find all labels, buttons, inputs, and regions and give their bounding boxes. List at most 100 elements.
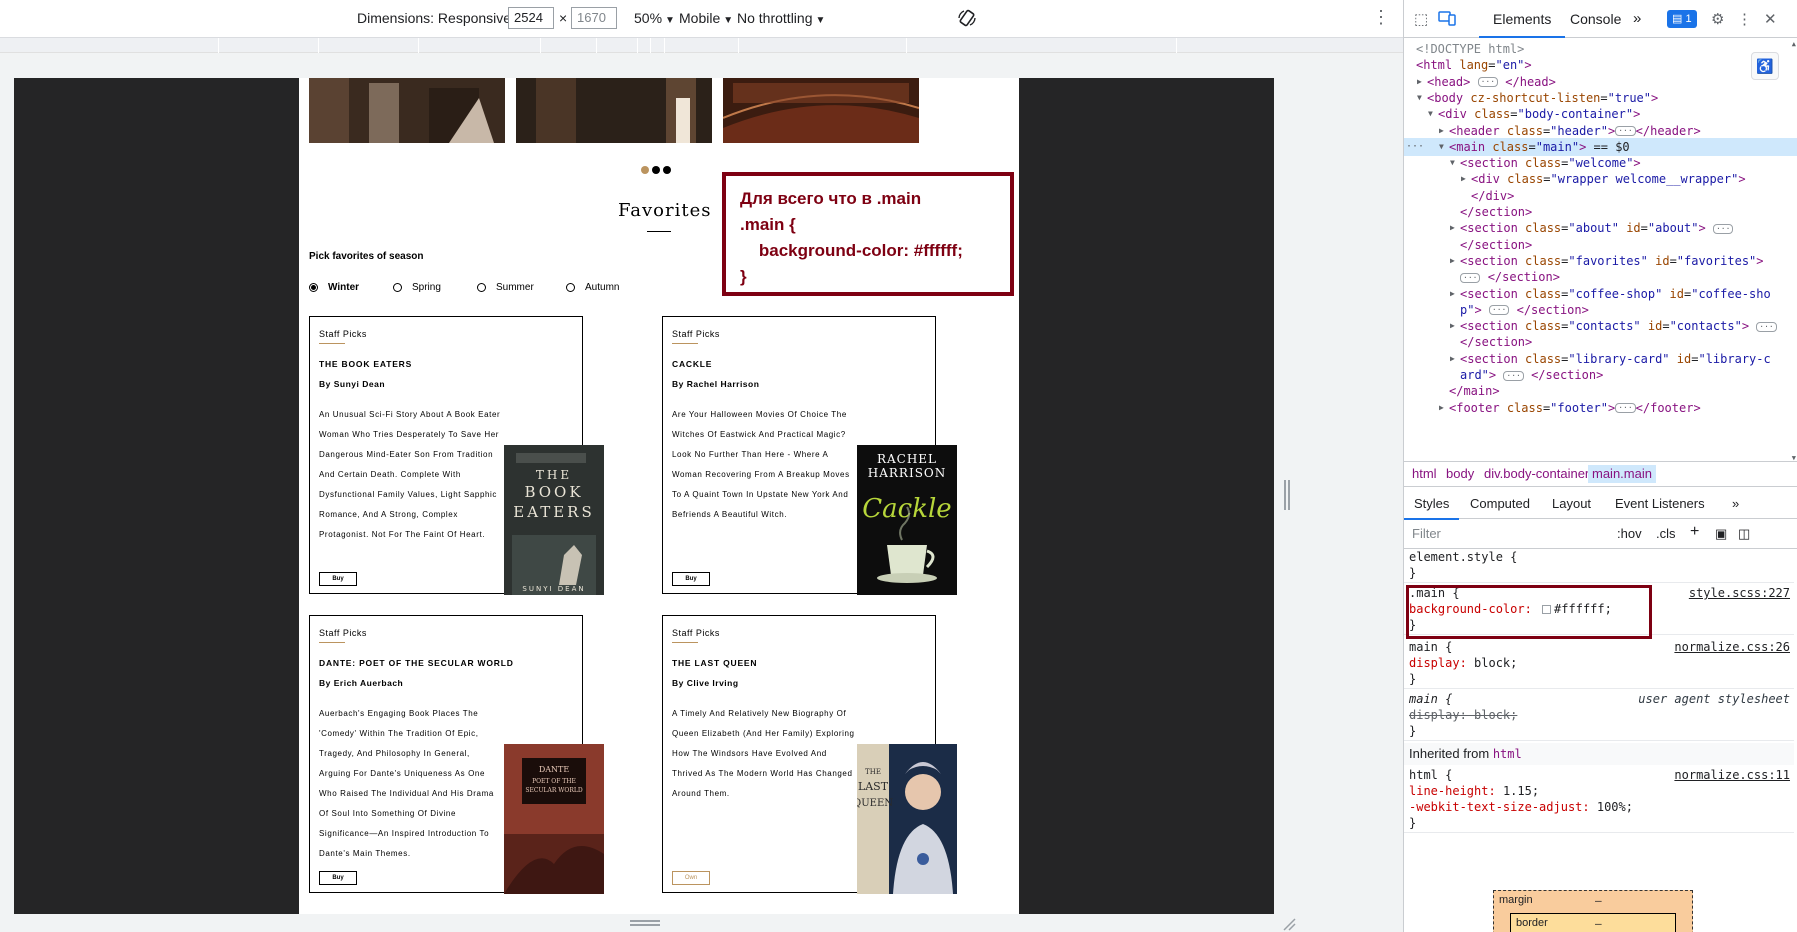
tab-computed[interactable]: Computed bbox=[1470, 496, 1530, 511]
expand-arrow-icon[interactable]: ▼ bbox=[1417, 89, 1422, 107]
breadcrumb-html[interactable]: html bbox=[1412, 466, 1437, 481]
collapse-arrow-icon[interactable]: ▶ bbox=[1450, 285, 1455, 303]
tab-layout[interactable]: Layout bbox=[1552, 496, 1591, 511]
collapse-arrow-icon[interactable]: ▶ bbox=[1450, 219, 1455, 237]
dom-node-line[interactable]: </section> bbox=[1404, 236, 1797, 254]
paint-bucket-icon[interactable]: ▣ bbox=[1715, 526, 1727, 542]
property-value[interactable]: 1.15; bbox=[1503, 784, 1539, 798]
tab-console[interactable]: Console bbox=[1570, 11, 1621, 27]
rotate-icon[interactable] bbox=[957, 8, 977, 28]
dom-node-line[interactable]: ▶ <footer class="footer"> ··· </footer> bbox=[1404, 399, 1797, 417]
more-options-icon[interactable]: ⋮ bbox=[1737, 10, 1752, 28]
property-name[interactable]: line-height bbox=[1409, 784, 1488, 798]
sidebar-toggle-icon[interactable]: ◫ bbox=[1738, 526, 1750, 542]
tab-elements[interactable]: Elements bbox=[1478, 11, 1566, 38]
expand-arrow-icon[interactable]: ▼ bbox=[1450, 154, 1455, 172]
dom-node-line[interactable]: ▶ <div class="wrapper welcome__wrapper"> bbox=[1404, 170, 1797, 188]
close-icon[interactable]: ✕ bbox=[1764, 10, 1777, 28]
dom-node-line[interactable]: </section> bbox=[1404, 203, 1797, 221]
property-value[interactable]: block; bbox=[1474, 656, 1517, 670]
accessibility-tree-icon[interactable]: ♿ bbox=[1751, 52, 1779, 80]
carousel-dot[interactable] bbox=[663, 166, 671, 174]
tab-styles[interactable]: Styles bbox=[1403, 496, 1460, 520]
dom-node-line[interactable]: ard"> ··· </section> bbox=[1404, 366, 1797, 384]
scroll-down-icon[interactable]: ▼ bbox=[1792, 454, 1796, 461]
rule-selector[interactable]: main { bbox=[1409, 640, 1452, 654]
zoom-dropdown[interactable]: 50% ▼ bbox=[634, 10, 675, 26]
dom-node-line[interactable]: p"> ··· </section> bbox=[1404, 301, 1797, 319]
buy-button[interactable]: Buy bbox=[319, 572, 357, 586]
breadcrumb-body[interactable]: body bbox=[1446, 466, 1474, 481]
dimensions-dropdown[interactable]: Dimensions: Responsive▼ bbox=[357, 10, 524, 26]
rule-source-link[interactable]: normalize.css:26 bbox=[1674, 639, 1790, 655]
expand-arrow-icon[interactable]: ▼ bbox=[1439, 138, 1444, 156]
dom-node-line[interactable]: </main> bbox=[1404, 382, 1797, 400]
breadcrumb-main[interactable]: main.main bbox=[1588, 465, 1656, 483]
height-input[interactable]: 1670 bbox=[571, 7, 617, 29]
breadcrumb-body-container[interactable]: div.body-container bbox=[1484, 466, 1589, 481]
filter-input[interactable]: Filter bbox=[1408, 523, 1608, 545]
throttling-dropdown[interactable]: No throttling ▼ bbox=[737, 10, 825, 26]
own-button[interactable]: Own bbox=[672, 871, 710, 885]
dom-node-line[interactable]: ··· </section> bbox=[1404, 268, 1797, 286]
dom-node-line[interactable]: ▼ <body cz-shortcut-listen="true"> bbox=[1404, 89, 1797, 107]
expand-arrow-icon[interactable]: ▼ bbox=[1428, 105, 1433, 123]
issues-badge[interactable]: ▤ 1 bbox=[1667, 10, 1697, 28]
device-type-dropdown[interactable]: Mobile ▼ bbox=[679, 10, 733, 26]
more-tabs-icon[interactable]: » bbox=[1633, 10, 1641, 27]
rule-source-link[interactable]: normalize.css:11 bbox=[1674, 767, 1790, 783]
settings-gear-icon[interactable]: ⚙ bbox=[1711, 10, 1724, 28]
border-value[interactable]: – bbox=[1595, 917, 1602, 930]
inspect-element-icon[interactable]: ⬚ bbox=[1414, 10, 1428, 28]
property-value[interactable]: 100%; bbox=[1597, 800, 1633, 814]
collapse-arrow-icon[interactable]: ▶ bbox=[1439, 122, 1444, 140]
rule-selector[interactable]: element.style { bbox=[1404, 549, 1794, 565]
cls-toggle[interactable]: .cls bbox=[1656, 526, 1676, 541]
carousel-dot[interactable] bbox=[652, 166, 660, 174]
carousel-dot[interactable] bbox=[641, 166, 649, 174]
dom-node-line[interactable]: ▶ <section class="favorites" id="favorite… bbox=[1404, 252, 1797, 270]
collapse-arrow-icon[interactable]: ▶ bbox=[1450, 350, 1455, 368]
margin-value[interactable]: – bbox=[1595, 894, 1602, 907]
collapse-arrow-icon[interactable]: ▶ bbox=[1439, 399, 1444, 417]
season-radio-winter[interactable]: Winter bbox=[309, 282, 359, 293]
dom-node-line[interactable]: ▼ <div class="body-container"> bbox=[1404, 105, 1797, 123]
buy-button[interactable]: Buy bbox=[672, 572, 710, 586]
dom-node-line[interactable]: ··· ▼ <main class="main"> == $0 bbox=[1404, 137, 1797, 156]
season-radio-summer[interactable]: Summer bbox=[477, 282, 534, 293]
dom-node-line[interactable]: ▶ <header class="header"> ··· </header> bbox=[1404, 122, 1797, 140]
node-actions-icon[interactable]: ··· bbox=[1406, 138, 1424, 156]
scroll-up-icon[interactable]: ▲ bbox=[1792, 40, 1796, 48]
dom-node-line[interactable]: </div> bbox=[1404, 187, 1797, 205]
dom-node-line[interactable]: ▶ <section class="library-card" id="libra… bbox=[1404, 350, 1797, 368]
collapse-arrow-icon[interactable]: ▶ bbox=[1461, 170, 1466, 188]
rule-source-link[interactable]: style.scss:227 bbox=[1689, 585, 1790, 601]
more-options-icon[interactable]: ⋮ bbox=[1372, 8, 1390, 26]
resize-handle-side[interactable] bbox=[1284, 480, 1290, 510]
inherited-tag[interactable]: html bbox=[1493, 747, 1522, 761]
collapse-arrow-icon[interactable]: ▶ bbox=[1450, 317, 1455, 335]
season-radio-spring[interactable]: Spring bbox=[393, 282, 441, 293]
resize-corner-icon[interactable] bbox=[1282, 917, 1296, 931]
property-name[interactable]: -webkit-text-size-adjust bbox=[1409, 800, 1582, 814]
tab-event-listeners[interactable]: Event Listeners bbox=[1615, 496, 1705, 511]
hov-toggle[interactable]: :hov bbox=[1617, 526, 1642, 541]
dom-node-line[interactable]: ▶ <section class="about" id="about"> ··· bbox=[1404, 219, 1797, 237]
collapse-arrow-icon[interactable]: ▶ bbox=[1450, 252, 1455, 270]
dom-node-line[interactable]: <!DOCTYPE html> bbox=[1404, 40, 1797, 58]
more-tabs-icon[interactable]: » bbox=[1732, 496, 1739, 511]
dom-node-line[interactable]: ▶ <section class="coffee-shop" id="coffee… bbox=[1404, 285, 1797, 303]
rule-selector[interactable]: html { bbox=[1409, 768, 1452, 782]
new-rule-icon[interactable]: + bbox=[1690, 523, 1699, 541]
collapse-arrow-icon[interactable]: ▶ bbox=[1417, 73, 1422, 91]
dom-node-line[interactable]: ▼ <section class="welcome"> bbox=[1404, 154, 1797, 172]
buy-button[interactable]: Buy bbox=[319, 871, 357, 885]
resize-handle-bottom[interactable] bbox=[630, 920, 660, 926]
dom-node-line[interactable]: ▶ <head> ··· </head> bbox=[1404, 73, 1797, 91]
width-input[interactable]: 2524 bbox=[508, 7, 554, 29]
dom-node-line[interactable]: </section> bbox=[1404, 333, 1797, 351]
device-toggle-icon[interactable] bbox=[1438, 10, 1456, 26]
property-name[interactable]: display bbox=[1409, 656, 1460, 670]
season-radio-autumn[interactable]: Autumn bbox=[566, 282, 619, 293]
dom-node-line[interactable]: <html lang="en"> bbox=[1404, 56, 1797, 74]
